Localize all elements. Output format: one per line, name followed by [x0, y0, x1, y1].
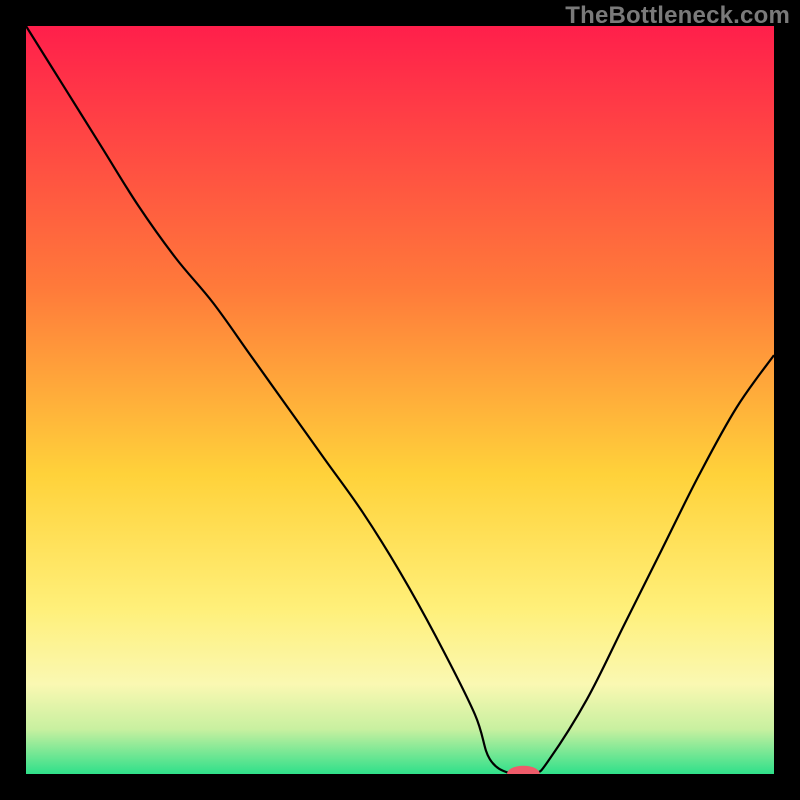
- watermark-text: TheBottleneck.com: [565, 2, 790, 30]
- bottleneck-chart: [26, 26, 774, 774]
- plot-area: [26, 26, 774, 774]
- gradient-background: [26, 26, 774, 774]
- chart-frame: TheBottleneck.com: [0, 0, 800, 800]
